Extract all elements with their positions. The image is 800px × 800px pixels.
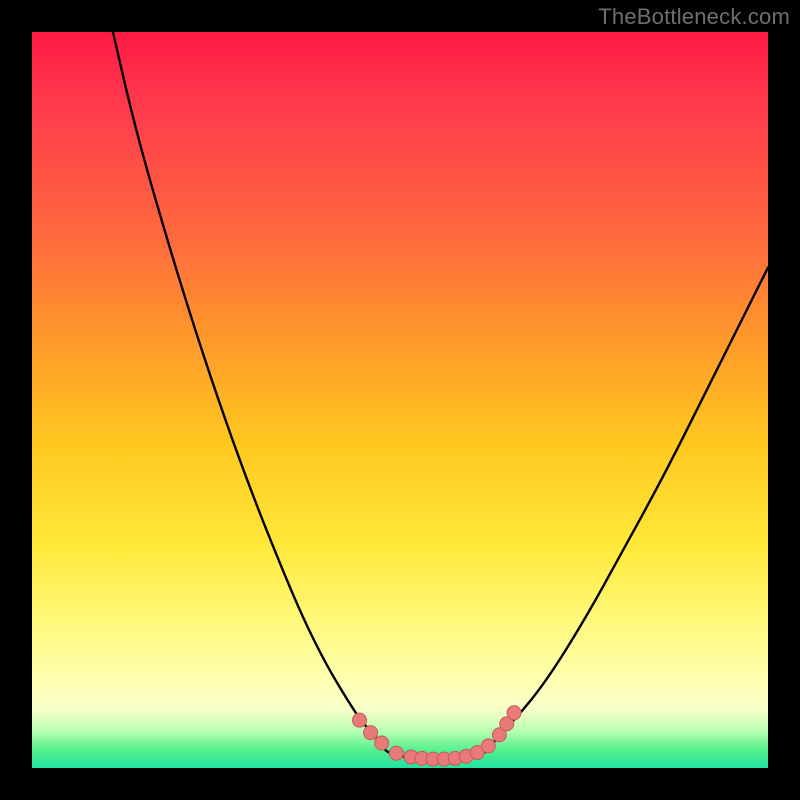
curve-path [113,32,768,759]
data-marker [353,713,367,727]
data-marker [364,726,378,740]
chart-svg [32,32,768,768]
plot-area [32,32,768,768]
curve-group [113,32,768,759]
data-marker [389,746,403,760]
data-marker [507,706,521,720]
marker-group [353,706,522,766]
outer-frame: TheBottleneck.com [0,0,800,800]
data-marker [375,736,389,750]
watermark-text: TheBottleneck.com [598,4,790,30]
data-marker [481,739,495,753]
